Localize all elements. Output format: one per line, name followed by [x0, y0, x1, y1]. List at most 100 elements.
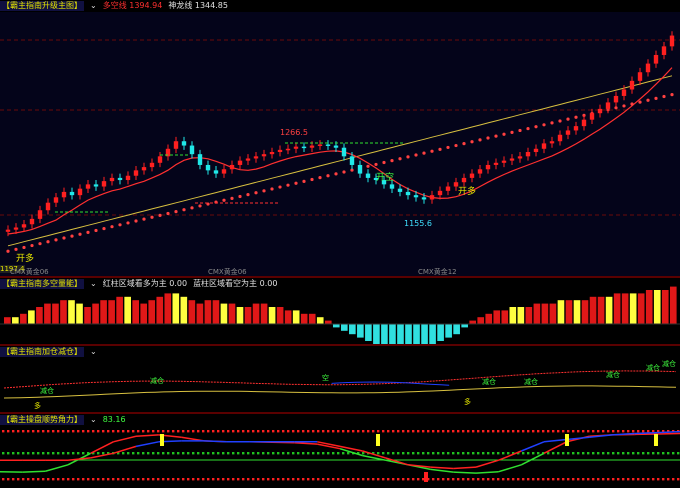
signal-dot — [12, 478, 15, 481]
signal-dot — [352, 430, 355, 433]
chevron-down-icon[interactable]: ⌄ — [90, 1, 97, 10]
candle-body — [637, 72, 643, 81]
position-panel-title[interactable]: 【霸主指南加仓减仓】 — [0, 346, 84, 357]
trend-marker — [654, 434, 658, 446]
signal-dot — [457, 430, 460, 433]
volume-bar — [341, 324, 348, 331]
trend-dot — [654, 96, 658, 100]
signal-dot — [432, 452, 435, 455]
candle-body — [653, 54, 659, 64]
signal-dot — [452, 430, 455, 433]
candle-body — [61, 191, 67, 198]
chevron-down-icon[interactable]: ⌄ — [90, 279, 97, 288]
signal-dot — [632, 452, 635, 455]
signal-dot — [527, 430, 530, 433]
volume-bar — [44, 303, 51, 324]
trend-dot — [462, 142, 466, 146]
trend-dot — [534, 125, 538, 129]
signal-dot — [572, 478, 575, 481]
signal-dot — [527, 478, 530, 481]
candle-body — [557, 134, 563, 142]
signal-dot — [427, 430, 430, 433]
signal-dot — [272, 478, 275, 481]
chevron-down-icon[interactable]: ⌄ — [90, 415, 97, 424]
signal-dot — [22, 430, 25, 433]
candle-body — [525, 152, 531, 157]
trend-panel[interactable]: 【霸主操盘顺势角力】 ⌄ 83.16 — [0, 414, 680, 482]
volume-panel[interactable]: 【霸主指南多空量能】 ⌄ 红柱区域看多为主 0.00 蓝柱区域看空为主 0.00 — [0, 278, 680, 344]
volume-bar — [429, 324, 436, 344]
price-panel[interactable]: 【霸主指南升级主图】 ⌄ 多空线 1394.94 神龙线 1344.85 126… — [0, 0, 680, 276]
volume-bar — [413, 324, 420, 344]
signal-dot — [537, 430, 540, 433]
candle-body — [109, 177, 115, 182]
signal-dot — [187, 452, 190, 455]
candle-body — [333, 145, 339, 148]
candle-body — [221, 169, 227, 174]
signal-dot — [482, 452, 485, 455]
signal-dot — [672, 478, 675, 481]
trend-dot — [118, 223, 122, 227]
trend-panel-title[interactable]: 【霸主操盘顺势角力】 — [0, 414, 84, 425]
signal-dot — [232, 430, 235, 433]
trend-dot — [510, 130, 514, 134]
trend-dot — [30, 243, 34, 248]
signal-dot — [552, 452, 555, 455]
candle-body — [533, 148, 539, 153]
signal-dot — [207, 452, 210, 455]
chevron-down-icon[interactable]: ⌄ — [90, 347, 97, 356]
signal-dot — [77, 452, 80, 455]
position-signal-label: 减仓 — [150, 376, 164, 385]
candle-body — [461, 177, 467, 183]
candle-body — [549, 141, 555, 144]
volume-bar — [92, 303, 99, 324]
candle-body — [541, 143, 547, 149]
candle-body — [101, 181, 107, 187]
candle-body — [405, 191, 411, 196]
trend-dot — [638, 100, 642, 104]
candle-body — [669, 35, 675, 47]
trend-dot — [246, 193, 250, 197]
candle-body — [301, 146, 307, 149]
signal-dot — [652, 452, 655, 455]
trend-dot — [262, 189, 266, 193]
trend-dot — [566, 117, 570, 121]
trend-dot — [86, 230, 90, 234]
signal-dot — [362, 478, 365, 481]
volume-bar — [621, 293, 629, 324]
signal-dot — [72, 430, 75, 433]
annotation-signal: 开多 — [458, 185, 476, 197]
volume-bar — [300, 313, 308, 324]
signal-dot — [42, 452, 45, 455]
volume-bar — [260, 303, 268, 324]
position-panel[interactable]: 【霸主指南加仓减仓】 ⌄ 减仓 减仓空减仓 减仓 减仓 减仓 减仓多多 — [0, 346, 680, 412]
signal-dot — [87, 430, 90, 433]
trend-dot — [622, 104, 626, 108]
signal-dot — [162, 452, 165, 455]
price-panel-title[interactable]: 【霸主指南升级主图】 — [0, 0, 84, 11]
signal-dot — [422, 430, 425, 433]
signal-dot — [602, 452, 605, 455]
volume-bar — [597, 296, 605, 324]
signal-dot — [277, 430, 280, 433]
signal-dot — [192, 478, 195, 481]
candle-body — [173, 141, 179, 149]
signal-dot — [467, 478, 470, 481]
signal-dot — [577, 430, 580, 433]
signal-dot — [607, 452, 610, 455]
signal-dot — [377, 478, 380, 481]
signal-dot — [122, 478, 125, 481]
position-signal-label: 减仓 — [524, 377, 538, 386]
signal-dot — [242, 478, 245, 481]
signal-dot — [222, 452, 225, 455]
candlestick-chart[interactable]: 1266.51155.6开空开多开多 — [0, 0, 680, 276]
trend-dot — [6, 249, 10, 253]
signal-dot — [327, 452, 330, 455]
trend-dot — [382, 160, 386, 165]
volume-bar — [549, 303, 557, 324]
signal-dot — [312, 452, 315, 455]
volume-panel-title[interactable]: 【霸主指南多空量能】 — [0, 278, 84, 289]
volume-bar — [509, 307, 517, 324]
signal-dot — [317, 430, 320, 433]
signal-dot — [502, 452, 505, 455]
